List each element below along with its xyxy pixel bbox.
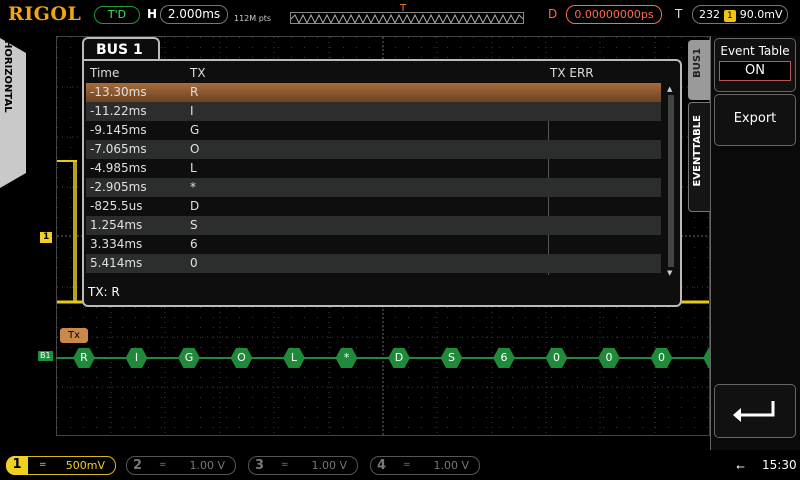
brand-logo: RIGOL xyxy=(8,3,82,25)
table-row[interactable]: -11.22ms I xyxy=(86,102,661,121)
cell-time: 1.254ms xyxy=(90,218,143,232)
cell-time: -4.985ms xyxy=(90,161,147,175)
event-table-header: Time TX TX ERR xyxy=(86,63,678,83)
channel-3-scale: 1.00 V xyxy=(311,459,347,472)
channel-2-indicator[interactable]: 2 = 1.00 V xyxy=(126,456,236,475)
table-row[interactable]: 5.414ms 0 xyxy=(86,254,661,273)
scroll-down-icon[interactable]: ▼ xyxy=(667,269,672,277)
ch1-offset-marker[interactable]: 1 xyxy=(40,232,53,243)
scroll-thumb[interactable] xyxy=(668,95,674,267)
cell-tx: I xyxy=(190,104,194,118)
back-button[interactable] xyxy=(714,384,796,438)
memory-overview-strip xyxy=(290,12,524,25)
table-row[interactable]: -9.145ms G xyxy=(86,121,661,140)
channel-2-number: 2 xyxy=(133,458,143,473)
event-table-toggle-button[interactable]: Event Table ON xyxy=(714,38,796,92)
channel-1-indicator[interactable]: 1 = 500mV xyxy=(6,456,116,475)
event-table-label: Event Table xyxy=(720,44,790,58)
trigger-display[interactable]: 232 1 90.0mV xyxy=(692,5,788,24)
bus1-menu-tab[interactable]: BUS1 xyxy=(688,40,710,100)
table-row[interactable]: -4.985ms L xyxy=(86,159,661,178)
tx-line-label: Tx xyxy=(60,328,88,343)
table-row[interactable]: -13.30ms R xyxy=(86,83,661,102)
cell-tx: O xyxy=(190,142,200,156)
usb-icon: ⭠ xyxy=(736,460,745,473)
cell-tx: * xyxy=(190,180,196,194)
bus1-marker[interactable]: B1 xyxy=(38,351,53,361)
bus1-menu-tab-label: BUS1 xyxy=(692,48,703,78)
channel-4-number: 4 xyxy=(377,458,387,473)
bus-panel-body: Time TX TX ERR -13.30ms R -11.22ms I -9.145m… xyxy=(82,59,682,307)
memory-waveform-icon xyxy=(290,13,524,25)
channel-1-coupling-icon: = xyxy=(39,460,47,470)
channel-1-scale: 500mV xyxy=(65,459,105,472)
cell-time: -13.30ms xyxy=(90,85,147,99)
return-arrow-icon xyxy=(733,401,775,422)
col-time-header: Time xyxy=(90,66,120,80)
horizontal-side-tab[interactable]: HORIZONTAL xyxy=(0,38,26,188)
table-row[interactable]: -2.905ms * xyxy=(86,178,661,197)
table-row[interactable]: -7.065ms O xyxy=(86,140,661,159)
eventtable-menu-tab[interactable]: EVENTTABLE xyxy=(688,102,710,212)
system-clock: 15:30 xyxy=(762,458,797,472)
eventtable-menu-tab-label: EVENTTABLE xyxy=(692,115,703,187)
cell-tx: 0 xyxy=(190,256,198,270)
table-row[interactable]: -825.5us D xyxy=(86,197,661,216)
channel-2-coupling-icon: = xyxy=(159,460,167,470)
channel-4-coupling-icon: = xyxy=(403,460,411,470)
bus-event-table-panel: BUS 1 Time TX TX ERR -13.30ms R -11.22ms I -… xyxy=(82,37,682,307)
cell-tx: 6 xyxy=(190,237,198,251)
event-table-scrollbar[interactable]: ▲ ▼ xyxy=(667,85,675,277)
cell-tx: S xyxy=(190,218,198,232)
cell-time: -825.5us xyxy=(90,199,143,213)
horizontal-side-tab-label: HORIZONTAL xyxy=(2,40,13,113)
cell-tx: D xyxy=(190,199,200,213)
channel-4-indicator[interactable]: 4 = 1.00 V xyxy=(370,456,480,475)
export-button[interactable]: Export xyxy=(714,94,796,146)
cell-tx: R xyxy=(190,85,199,99)
channel-2-scale: 1.00 V xyxy=(189,459,225,472)
trigger-label: T xyxy=(675,7,683,21)
cell-time: -7.065ms xyxy=(90,142,147,156)
channel-3-number: 3 xyxy=(255,458,265,473)
cell-tx: L xyxy=(190,161,197,175)
delay-display[interactable]: 0.00000000ps xyxy=(566,5,662,24)
trigger-level: 90.0mV xyxy=(739,8,783,21)
horizontal-label: H xyxy=(147,7,158,21)
channel-1-number: 1 xyxy=(6,456,28,475)
bus-decode-line: RIGOL*DS6000* xyxy=(56,346,725,368)
delay-label: D xyxy=(548,7,558,21)
trigger-source: 232 xyxy=(699,8,720,21)
channel-status-bar: 1 = 500mV 2 = 1.00 V 3 = 1.00 V 4 = 1.00… xyxy=(0,452,800,480)
cell-tx: G xyxy=(190,123,200,137)
trigger-position-marker-icon: T xyxy=(400,3,407,14)
cell-time: -9.145ms xyxy=(90,123,147,137)
timebase-display[interactable]: 2.000ms xyxy=(160,5,228,24)
channel-3-coupling-icon: = xyxy=(281,460,289,470)
scroll-up-icon[interactable]: ▲ xyxy=(667,85,672,93)
col-tx-header: TX xyxy=(190,66,206,80)
memory-depth: 112M pts xyxy=(234,14,272,23)
cell-time: 5.414ms xyxy=(90,256,143,270)
trigger-channel-badge: 1 xyxy=(724,10,736,22)
event-table-rows: -13.30ms R -11.22ms I -9.145ms G -7.065ms O -4.9… xyxy=(86,83,661,273)
cell-time: -11.22ms xyxy=(90,104,147,118)
col-tx-err-header: TX ERR xyxy=(550,66,594,80)
top-status-bar: RIGOL T'D H 2.000ms 112M pts T D 0.00000… xyxy=(0,0,800,30)
channel-4-scale: 1.00 V xyxy=(433,459,469,472)
table-row[interactable]: 1.254ms S xyxy=(86,216,661,235)
channel-3-indicator[interactable]: 3 = 1.00 V xyxy=(248,456,358,475)
cell-time: -2.905ms xyxy=(90,180,147,194)
selected-event-detail: TX: R xyxy=(88,285,120,299)
acquisition-status: T'D xyxy=(94,6,140,24)
table-row[interactable]: 3.334ms 6 xyxy=(86,235,661,254)
cell-time: 3.334ms xyxy=(90,237,143,251)
bus-panel-title: BUS 1 xyxy=(82,37,160,61)
event-table-value: ON xyxy=(719,61,791,81)
